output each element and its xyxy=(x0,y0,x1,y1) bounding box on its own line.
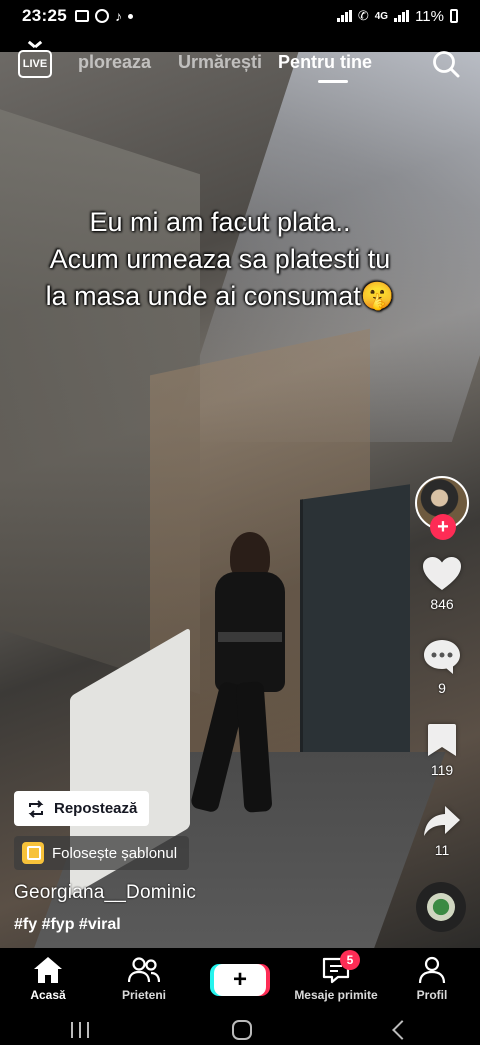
share-icon xyxy=(424,806,460,836)
search-icon[interactable] xyxy=(432,50,460,78)
battery-icon xyxy=(450,9,458,23)
bookmark-icon xyxy=(428,724,456,756)
create-plus-icon: + xyxy=(214,964,266,996)
creator-username[interactable]: Georgiana__Dominic xyxy=(14,882,196,904)
whatsapp-icon xyxy=(94,9,109,23)
friends-icon xyxy=(128,957,160,983)
template-label: Folosește șablonul xyxy=(52,844,178,862)
network-type: 4G xyxy=(374,10,389,22)
profile-icon xyxy=(418,956,446,984)
share-button[interactable]: 11 xyxy=(423,804,461,858)
tab-friends-label: Prieteni xyxy=(121,988,166,1002)
battery-level: 11% xyxy=(415,7,444,25)
creator-avatar[interactable]: + xyxy=(415,476,469,540)
follow-plus-icon[interactable]: + xyxy=(430,514,456,540)
status-bar: 23:25 ♪ ✆ 4G 11% xyxy=(0,0,480,32)
tab-profile[interactable]: Profil xyxy=(384,956,480,1002)
share-count: 11 xyxy=(434,842,450,858)
recent-apps-icon[interactable] xyxy=(71,1021,90,1038)
video-hashtags[interactable]: #fy #fyp #viral xyxy=(14,916,121,934)
notification-icons: ♪ xyxy=(74,8,133,24)
system-navigation-bar xyxy=(0,1014,480,1045)
caption-line-3: la masa unde ai consumat🤫 xyxy=(45,281,395,311)
like-button[interactable]: 846 xyxy=(422,556,462,612)
repost-label: Repostează xyxy=(54,800,138,817)
home-icon xyxy=(34,957,62,983)
save-count: 119 xyxy=(430,762,454,778)
status-time: 23:25 xyxy=(22,6,67,25)
video-person xyxy=(180,532,285,814)
tab-explore[interactable]: ploreaza xyxy=(78,52,162,73)
tab-inbox-label: Mesaje primite xyxy=(294,988,378,1002)
tab-friends[interactable]: Prieteni xyxy=(96,956,192,1002)
live-icon[interactable]: LIVE xyxy=(18,50,52,78)
save-button[interactable]: 119 xyxy=(427,722,457,778)
inbox-badge: 5 xyxy=(340,950,360,970)
comment-icon xyxy=(424,640,460,674)
music-disc-icon[interactable] xyxy=(416,882,466,932)
signal-icon xyxy=(336,10,352,22)
create-button[interactable]: + xyxy=(192,956,288,996)
comment-button[interactable]: 9 xyxy=(422,638,462,696)
caption-line-1: Eu mi am facut plata.. xyxy=(89,207,351,237)
bottom-tab-bar: Acasă Prieteni + 5 Mesaje primite Profil xyxy=(0,948,480,1014)
tiktok-icon: ♪ xyxy=(114,8,122,24)
tab-following[interactable]: Urmărești xyxy=(178,52,262,73)
heart-icon xyxy=(423,557,461,590)
signal-icon-2 xyxy=(394,10,410,22)
live-label: LIVE xyxy=(22,58,48,70)
use-template-button[interactable]: Folosește șablonul xyxy=(14,836,190,870)
wifi-call-icon: ✆ xyxy=(357,8,369,23)
video-caption: Eu mi am facut plata.. Acum urmeaza sa p… xyxy=(0,204,440,315)
back-icon[interactable] xyxy=(391,1019,412,1040)
repost-icon xyxy=(28,799,44,818)
tab-profile-label: Profil xyxy=(416,988,448,1002)
tab-home-label: Acasă xyxy=(30,988,66,1002)
gallery-icon xyxy=(74,10,89,22)
tab-for-you[interactable]: Pentru tine xyxy=(278,52,372,83)
tab-inbox[interactable]: 5 Mesaje primite xyxy=(288,950,384,1002)
action-rail: + 846 9 119 11 xyxy=(414,476,470,858)
like-count: 846 xyxy=(430,596,454,612)
caption-line-2: Acum urmeaza sa platesti tu xyxy=(49,244,391,274)
comment-count: 9 xyxy=(438,680,446,696)
repost-button[interactable]: Repostează xyxy=(14,791,150,826)
more-notifications-icon xyxy=(127,13,133,19)
tab-home[interactable]: Acasă xyxy=(0,956,96,1002)
template-icon xyxy=(22,842,44,864)
top-navigation: LIVE ploreaza Urmărești Pentru tine xyxy=(0,32,480,92)
home-system-icon[interactable] xyxy=(231,1019,252,1040)
